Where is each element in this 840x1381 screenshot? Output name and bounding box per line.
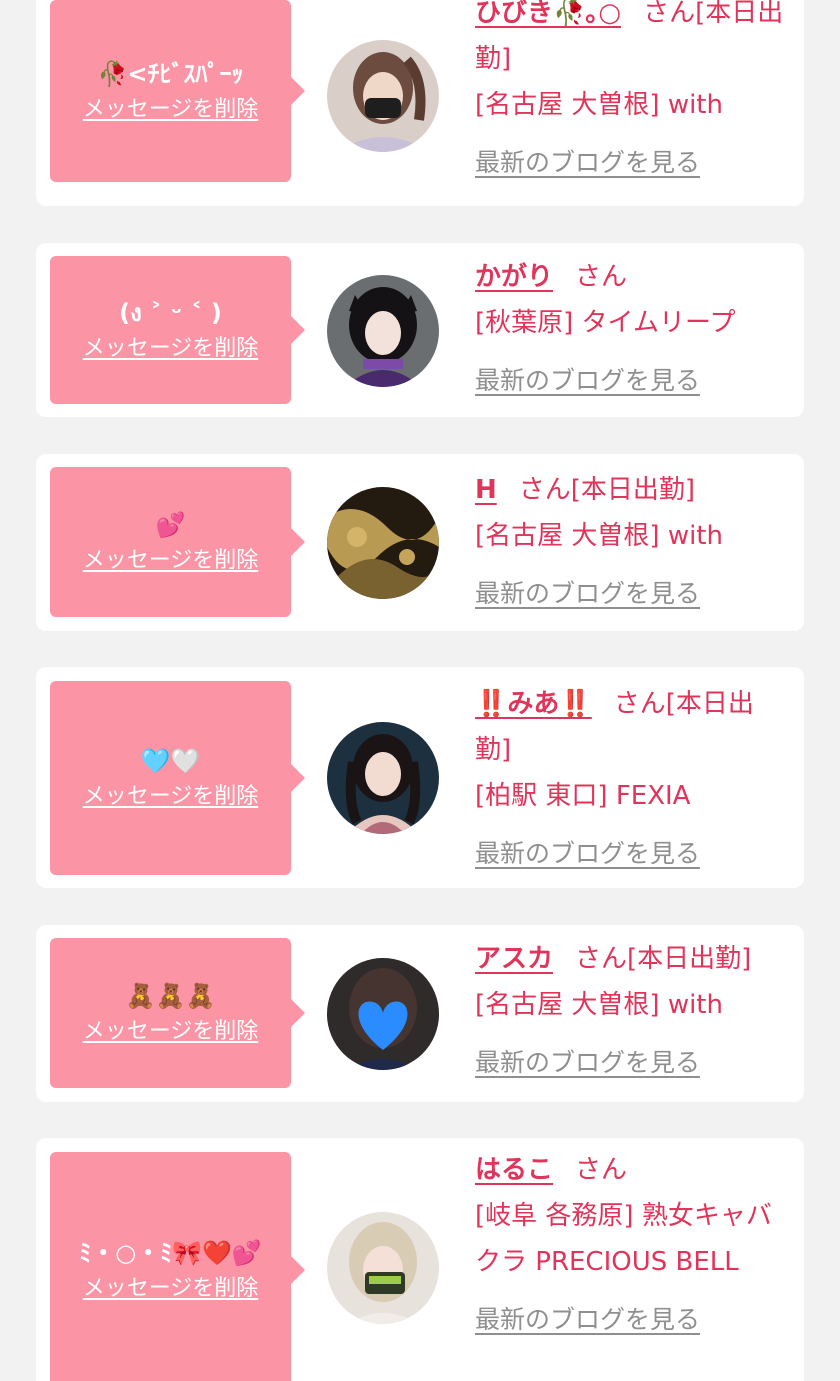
- message-bubble: ﾐ・○・ﾐ🎀❤️💕 メッセージを削除: [50, 1152, 305, 1381]
- cast-status: さん: [575, 262, 628, 292]
- avatar-image: [327, 275, 439, 387]
- message-text: 🥀<ﾁﾋﾞｽﾊﾟｰｯ: [97, 60, 244, 88]
- delete-message-link[interactable]: メッセージを削除: [83, 1015, 259, 1049]
- latest-blog-link[interactable]: 最新のブログを見る: [475, 358, 700, 404]
- delete-message-link[interactable]: メッセージを削除: [83, 544, 259, 578]
- message-text: 🧸🧸🧸: [125, 982, 216, 1010]
- message-bubble: 💕 メッセージを削除: [50, 467, 305, 617]
- avatar-image: [327, 722, 439, 834]
- avatar[interactable]: [327, 275, 439, 387]
- cast-name-link[interactable]: はるこ: [475, 1155, 553, 1185]
- shop-name: [岐阜 各務原] 熟女キャバクラ PRECIOUS BELL: [475, 1201, 772, 1277]
- message-text: (ง ˃ ᵕ ˂ ): [119, 299, 222, 327]
- delete-message-link[interactable]: メッセージを削除: [83, 1272, 259, 1306]
- latest-blog-link[interactable]: 最新のブログを見る: [475, 831, 700, 877]
- avatar-image: [327, 958, 439, 1070]
- message-card: (ง ˃ ᵕ ˂ ) メッセージを削除 かがり さん [秋葉原] タイムリープ 最…: [36, 243, 804, 417]
- cast-info: H さん[本日出勤] [名古屋 大曽根] with 最新のブログを見る: [475, 467, 790, 617]
- cast-name-link[interactable]: ひびき🥀｡○: [475, 0, 621, 28]
- shop-name: [秋葉原] タイムリープ: [475, 308, 736, 338]
- cast-status: さん[本日出勤]: [575, 944, 752, 974]
- message-text: 💕: [155, 511, 186, 539]
- cast-info: はるこ さん [岐阜 各務原] 熟女キャバクラ PRECIOUS BELL 最新の…: [475, 1147, 790, 1343]
- message-text: ﾐ・○・ﾐ🎀❤️💕: [79, 1238, 262, 1267]
- cast-name-link[interactable]: かがり: [475, 262, 553, 292]
- cast-name-link[interactable]: ‼️みあ‼️: [475, 689, 592, 719]
- avatar[interactable]: [327, 487, 439, 599]
- cast-status: さん: [575, 1155, 628, 1185]
- message-bubble: (ง ˃ ᵕ ˂ ) メッセージを削除: [50, 256, 305, 404]
- message-card: 💕 メッセージを削除 H さん[本日出勤] [名古屋 大曽根] with 最新のブ…: [36, 454, 804, 631]
- delete-message-link[interactable]: メッセージを削除: [83, 780, 259, 814]
- cast-status: さん[本日出勤]: [518, 475, 696, 505]
- cast-name-link[interactable]: H: [475, 475, 497, 505]
- message-card: 🩵🤍 メッセージを削除 ‼️みあ‼️ さん[本日出勤] [柏駅 東口] FEXIA…: [36, 667, 804, 888]
- message-list: 🥀<ﾁﾋﾞｽﾊﾟｰｯ メッセージを削除 ひびき🥀｡○ さん[本日出勤] [名古屋 …: [0, 0, 840, 1381]
- shop-name: [柏駅 東口] FEXIA: [475, 781, 691, 811]
- cast-info: ひびき🥀｡○ さん[本日出勤] [名古屋 大曽根] with 最新のブログを見る: [475, 0, 790, 186]
- shop-name: [名古屋 大曽根] with: [475, 990, 723, 1020]
- cast-info: ‼️みあ‼️ さん[本日出勤] [柏駅 東口] FEXIA 最新のブログを見る: [475, 681, 790, 877]
- avatar-image: [327, 487, 439, 599]
- shop-name: [名古屋 大曽根] with: [475, 521, 723, 551]
- latest-blog-link[interactable]: 最新のブログを見る: [475, 140, 700, 186]
- delete-message-link[interactable]: メッセージを削除: [83, 332, 259, 366]
- latest-blog-link[interactable]: 最新のブログを見る: [475, 1297, 700, 1343]
- message-text: 🩵🤍: [140, 747, 201, 775]
- message-card: ﾐ・○・ﾐ🎀❤️💕 メッセージを削除 はるこ さん [岐阜 各務原] 熟女キャバク…: [36, 1138, 804, 1381]
- avatar[interactable]: [327, 958, 439, 1070]
- cast-info: かがり さん [秋葉原] タイムリープ 最新のブログを見る: [475, 254, 790, 404]
- latest-blog-link[interactable]: 最新のブログを見る: [475, 571, 700, 617]
- message-bubble: 🥀<ﾁﾋﾞｽﾊﾟｰｯ メッセージを削除: [50, 0, 305, 182]
- message-card: 🥀<ﾁﾋﾞｽﾊﾟｰｯ メッセージを削除 ひびき🥀｡○ さん[本日出勤] [名古屋 …: [36, 0, 804, 206]
- delete-message-link[interactable]: メッセージを削除: [83, 93, 259, 127]
- avatar[interactable]: [327, 1212, 439, 1324]
- avatar[interactable]: [327, 40, 439, 152]
- avatar[interactable]: [327, 722, 439, 834]
- avatar-image: [327, 40, 439, 152]
- message-bubble: 🧸🧸🧸 メッセージを削除: [50, 938, 305, 1088]
- message-bubble: 🩵🤍 メッセージを削除: [50, 681, 305, 875]
- cast-name-link[interactable]: アスカ: [475, 944, 553, 974]
- latest-blog-link[interactable]: 最新のブログを見る: [475, 1040, 700, 1086]
- shop-name: [名古屋 大曽根] with: [475, 90, 723, 120]
- message-card: 🧸🧸🧸 メッセージを削除 アスカ さん[本日出勤] [名古屋 大曽根] with …: [36, 925, 804, 1102]
- avatar-image: [327, 1212, 439, 1324]
- cast-info: アスカ さん[本日出勤] [名古屋 大曽根] with 最新のブログを見る: [475, 936, 790, 1086]
